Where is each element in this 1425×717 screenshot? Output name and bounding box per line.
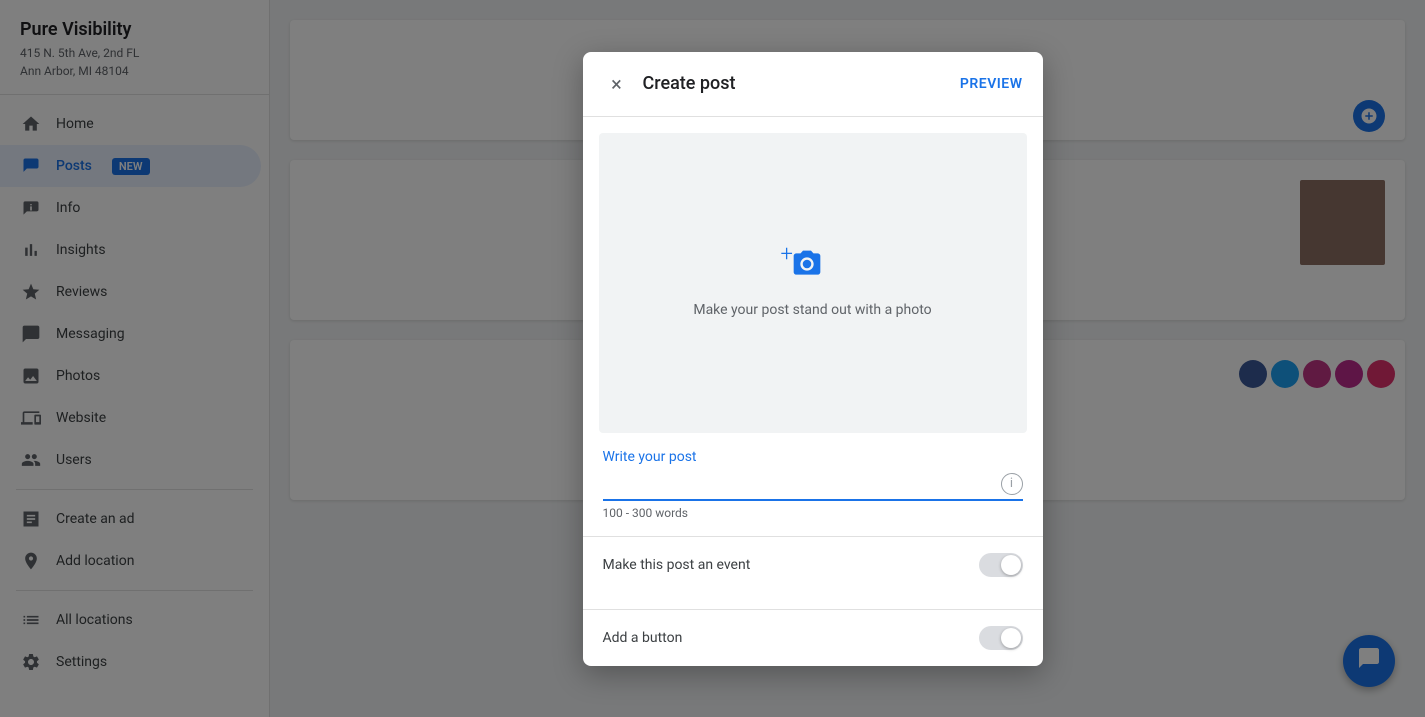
add-photo-icon: + (787, 248, 839, 290)
photo-upload-prompt: Make your post stand out with a photo (693, 302, 931, 318)
button-toggle-row: Add a button (583, 609, 1043, 666)
post-text-input[interactable] (603, 476, 1001, 492)
event-toggle-switch[interactable] (979, 553, 1023, 577)
post-text-input-row: i (603, 473, 1023, 501)
modal-close-button[interactable]: × (603, 70, 631, 98)
post-text-section: Write your post i 100 - 300 words (583, 433, 1043, 520)
post-text-label[interactable]: Write your post (603, 449, 1023, 465)
modal-title: Create post (643, 73, 960, 94)
button-toggle-switch[interactable] (979, 626, 1023, 650)
event-toggle-label: Make this post an event (603, 557, 979, 573)
photo-upload-area[interactable]: + Make your post stand out with a photo (599, 133, 1027, 433)
plus-icon: + (781, 244, 793, 266)
create-post-modal: × Create post PREVIEW + Make your post s… (583, 52, 1043, 666)
preview-button[interactable]: PREVIEW (960, 76, 1023, 92)
modal-body: + Make your post stand out with a photo … (583, 133, 1043, 666)
event-toggle-row: Make this post an event (583, 536, 1043, 593)
button-toggle-label: Add a button (603, 630, 979, 646)
word-count-hint: 100 - 300 words (603, 506, 1023, 520)
modal-header: × Create post PREVIEW (583, 52, 1043, 117)
info-icon[interactable]: i (1001, 473, 1023, 495)
